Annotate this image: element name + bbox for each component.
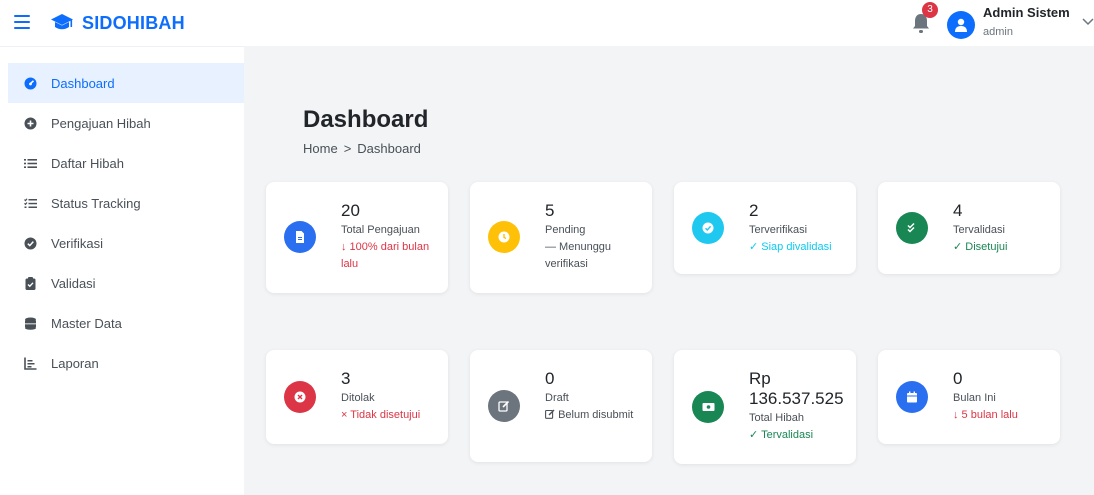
avatar xyxy=(947,11,975,39)
brand-name: SIDOHIBAH xyxy=(82,12,185,33)
sidebar-item-pengajuan-hibah[interactable]: Pengajuan Hibah xyxy=(8,103,244,143)
stat-label: Draft xyxy=(545,392,569,404)
gauge-icon xyxy=(24,77,37,90)
stat-note: ✓ Disetujui xyxy=(953,241,1008,253)
stat-note: ✓ Tervalidasi xyxy=(749,429,814,441)
edit-icon xyxy=(488,390,520,422)
sidebar-item-status-tracking[interactable]: Status Tracking xyxy=(8,183,244,223)
clock-icon xyxy=(488,221,520,253)
sidebar-item-label: Validasi xyxy=(51,275,96,291)
double-check-icon xyxy=(896,212,928,244)
sidebar-item-verifikasi[interactable]: Verifikasi xyxy=(8,223,244,263)
sidebar: Dashboard Pengajuan Hibah Daftar Hibah S… xyxy=(0,46,244,495)
brand-logo[interactable]: SIDOHIBAH xyxy=(50,9,185,37)
stat-label: Pending xyxy=(545,224,586,236)
stat-label: Bulan Ini xyxy=(953,392,996,404)
page-title: Dashboard xyxy=(303,106,429,133)
plus-circle-icon xyxy=(24,117,37,130)
stat-label: Total Hibah xyxy=(749,412,805,424)
stat-label: Total Pengajuan xyxy=(341,224,420,236)
notification-bell[interactable]: 3 xyxy=(911,2,938,34)
stat-value: 0 xyxy=(953,369,963,388)
sidebar-item-label: Pengajuan Hibah xyxy=(51,115,151,131)
stat-value: 4 xyxy=(953,201,963,220)
stat-note: × Tidak disetujui xyxy=(341,409,421,421)
sidebar-item-daftar-hibah[interactable]: Daftar Hibah xyxy=(8,143,244,183)
breadcrumb-separator: > xyxy=(343,141,352,156)
x-circle-icon xyxy=(284,381,316,413)
sidebar-item-label: Dashboard xyxy=(51,75,115,91)
sidebar-item-label: Laporan xyxy=(51,355,99,371)
stat-card-ditolak: 3 Ditolak × Tidak disetujui xyxy=(266,350,448,444)
user-name: Admin Sistem xyxy=(983,5,1070,20)
stat-note: ↓ 100% dari bulan lalu xyxy=(341,241,430,270)
stat-value: 5 xyxy=(545,201,555,220)
file-icon xyxy=(284,221,316,253)
stat-value: 2 xyxy=(749,201,759,220)
stat-value: Rp 136.537.525 xyxy=(749,369,844,408)
breadcrumb-current: Dashboard xyxy=(357,141,421,156)
list-icon xyxy=(24,157,37,170)
breadcrumb: Home > Dashboard xyxy=(303,141,421,156)
sidebar-item-label: Status Tracking xyxy=(51,195,141,211)
stat-label: Tervalidasi xyxy=(953,224,1005,236)
menu-toggle-icon[interactable] xyxy=(14,15,30,29)
user-icon xyxy=(955,18,967,32)
money-icon xyxy=(692,391,724,423)
stat-note: — Menunggu verifikasi xyxy=(545,241,612,270)
top-navbar: SIDOHIBAH 3 Admin Sistem admin xyxy=(0,0,1094,46)
chevron-down-icon xyxy=(1082,18,1094,26)
stat-card-bulan-ini: 0 Bulan Ini ↓ 5 bulan lalu xyxy=(878,350,1060,444)
sidebar-item-label: Daftar Hibah xyxy=(51,155,124,171)
stat-note-wrap: Belum disubmit xyxy=(545,407,642,424)
breadcrumb-home-link[interactable]: Home xyxy=(303,141,338,156)
graduation-cap-icon xyxy=(51,14,73,30)
stat-card-total-pengajuan: 20 Total Pengajuan ↓ 100% dari bulan lal… xyxy=(266,182,448,293)
stat-label: Ditolak xyxy=(341,392,375,404)
stat-card-terverifikasi: 2 Terverifikasi ✓ Siap divalidasi xyxy=(674,182,856,274)
sidebar-item-dashboard[interactable]: Dashboard xyxy=(8,63,244,103)
list-check-icon xyxy=(24,197,37,210)
stat-note: ✓ Siap divalidasi xyxy=(749,241,832,253)
stat-value: 3 xyxy=(341,369,351,388)
stat-card-total-hibah: Rp 136.537.525 Total Hibah ✓ Tervalidasi xyxy=(674,350,856,464)
stat-card-tervalidasi: 4 Tervalidasi ✓ Disetujui xyxy=(878,182,1060,274)
user-menu[interactable]: Admin Sistem admin xyxy=(947,4,1094,42)
sidebar-item-laporan[interactable]: Laporan xyxy=(8,343,244,383)
stat-label: Terverifikasi xyxy=(749,224,808,236)
check-circle-icon xyxy=(24,237,37,250)
edit-icon xyxy=(545,409,555,419)
calendar-icon xyxy=(896,381,928,413)
sidebar-item-label: Master Data xyxy=(51,315,122,331)
stat-value: 0 xyxy=(545,369,555,388)
sidebar-item-validasi[interactable]: Validasi xyxy=(8,263,244,303)
stat-card-pending: 5 Pending — Menunggu verifikasi xyxy=(470,182,652,293)
user-role: admin xyxy=(983,26,1013,38)
sidebar-item-master-data[interactable]: Master Data xyxy=(8,303,244,343)
check-circle-icon xyxy=(692,212,724,244)
database-icon xyxy=(24,317,37,330)
sidebar-item-label: Verifikasi xyxy=(51,235,104,251)
stat-note: Belum disubmit xyxy=(558,409,634,421)
stat-note: ↓ 5 bulan lalu xyxy=(953,409,1018,421)
notification-count-badge: 3 xyxy=(922,2,938,18)
stat-value: 20 xyxy=(341,201,360,220)
stat-card-draft: 0 Draft Belum disubmit xyxy=(470,350,652,462)
chart-line-icon xyxy=(24,357,37,370)
clipboard-check-icon xyxy=(24,276,37,290)
